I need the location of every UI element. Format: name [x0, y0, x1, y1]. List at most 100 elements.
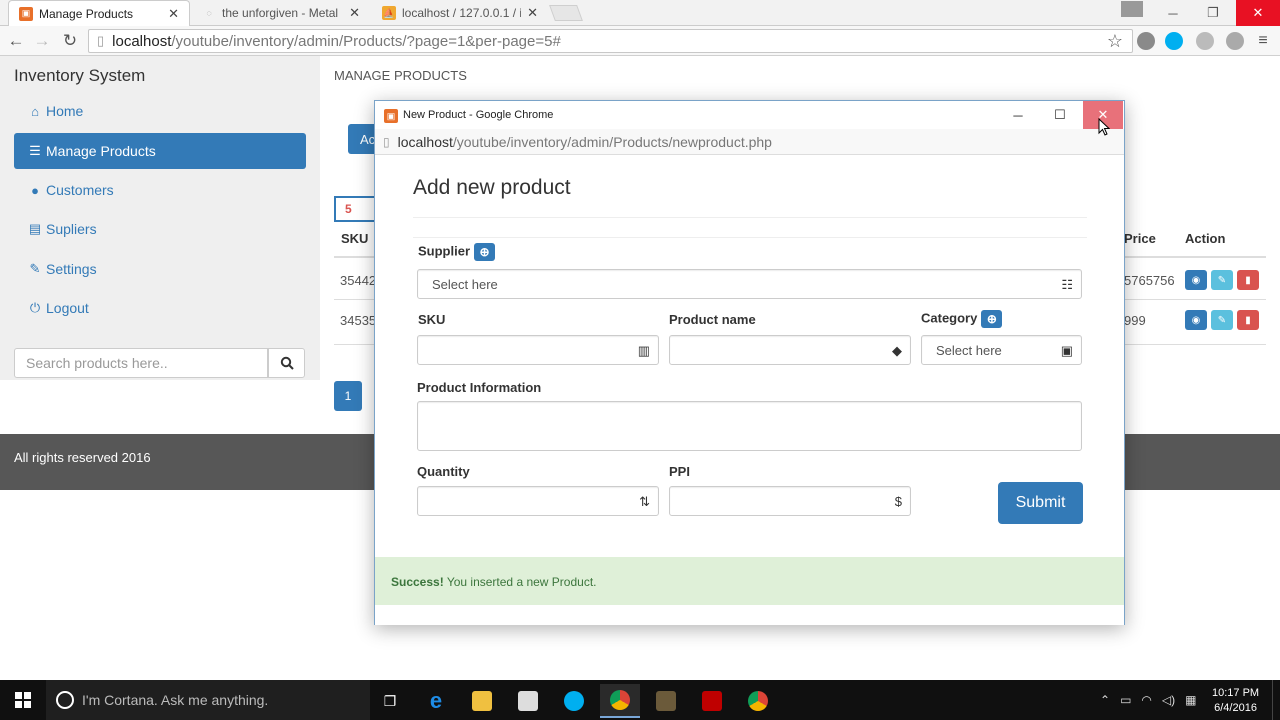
- page-icon: ▯: [97, 33, 105, 48]
- back-button[interactable]: ←: [5, 30, 27, 52]
- new-product-popup-window: ▣ New Product - Google Chrome ─ ☐ ✕ ▯ lo…: [374, 100, 1125, 625]
- sidebar-item-manage-products[interactable]: ☰ Manage Products: [14, 133, 306, 169]
- sidebar-item-logout[interactable]: ⏻ Logout: [14, 290, 306, 326]
- cortana-search-box[interactable]: I'm Cortana. Ask me anything.: [46, 680, 370, 720]
- edit-button[interactable]: ✎: [1211, 310, 1233, 330]
- popup-url-bar[interactable]: ▯ localhost/youtube/inventory/admin/Prod…: [375, 129, 1124, 155]
- product-name-input[interactable]: ◆: [669, 335, 911, 365]
- taskbar-store[interactable]: [508, 684, 548, 718]
- extension-icon[interactable]: [1137, 32, 1155, 50]
- success-alert: Success! You inserted a new Product.: [375, 557, 1124, 605]
- search-button[interactable]: [268, 348, 305, 378]
- add-supplier-button[interactable]: ⊕: [474, 243, 496, 261]
- edit-button[interactable]: ✎: [1211, 270, 1233, 290]
- restore-button[interactable]: ❐: [1190, 0, 1236, 26]
- store-icon: [518, 691, 538, 711]
- show-desktop-button[interactable]: [1272, 680, 1278, 720]
- tab-close-icon[interactable]: ✕: [168, 6, 179, 22]
- tab-manage-products[interactable]: ▣ Manage Products ✕: [8, 0, 190, 26]
- task-view-button[interactable]: ❐: [370, 684, 410, 718]
- sidebar-item-home[interactable]: ⌂ Home: [14, 93, 306, 129]
- keyboard-icon[interactable]: ▦: [1185, 693, 1196, 707]
- xampp-favicon-icon: ▣: [384, 109, 398, 123]
- tab-phpmyadmin[interactable]: ⛵ localhost / 127.0.0.1 / inve ✕: [372, 0, 548, 26]
- volume-icon[interactable]: ◁): [1162, 693, 1175, 707]
- eye-icon: ◉: [1191, 274, 1201, 286]
- sidebar-item-customers[interactable]: ● Customers: [14, 172, 306, 208]
- tab-close-icon[interactable]: ✕: [527, 5, 538, 21]
- supplier-select-value: Select here: [432, 276, 498, 292]
- loading-icon: ◌: [206, 8, 212, 18]
- filezilla-icon: [702, 691, 722, 711]
- windows-taskbar: I'm Cortana. Ask me anything. ❐ e ⌃ ▭ ◠ …: [0, 680, 1280, 720]
- extension-icon[interactable]: [1226, 32, 1244, 50]
- wifi-icon[interactable]: ◠: [1141, 693, 1151, 707]
- taskbar-clock[interactable]: 10:17 PM 6/4/2016: [1212, 686, 1259, 716]
- taskbar-app[interactable]: [646, 684, 686, 718]
- sidebar-item-supliers[interactable]: ▤ Supliers: [14, 211, 306, 247]
- forward-button[interactable]: →: [31, 30, 53, 52]
- product-form: Add new product Supplier ⊕ Select here ☷ …: [375, 155, 1124, 625]
- category-select[interactable]: Select here ▣: [921, 335, 1082, 365]
- tab-unforgiven[interactable]: ◌ the unforgiven - Metal ✕: [192, 0, 370, 26]
- sku-input[interactable]: ▥: [417, 335, 659, 365]
- sidebar-item-label: Manage Products: [46, 143, 156, 159]
- per-page-select[interactable]: 5: [334, 196, 378, 222]
- delete-button[interactable]: ▮: [1237, 270, 1259, 290]
- battery-icon[interactable]: ▭: [1120, 693, 1131, 707]
- url-field[interactable]: ▯ localhost/youtube/inventory/admin/Prod…: [88, 29, 1133, 53]
- new-tab-button[interactable]: [549, 5, 583, 21]
- tab-close-icon[interactable]: ✕: [349, 5, 360, 21]
- product-information-textarea[interactable]: [417, 401, 1082, 451]
- profile-icon[interactable]: [1121, 1, 1143, 17]
- taskbar-file-explorer[interactable]: [462, 684, 502, 718]
- chevron-up-icon[interactable]: ⌃: [1100, 693, 1110, 707]
- quantity-input[interactable]: ⇅: [417, 486, 659, 516]
- column-header-sku: SKU: [341, 231, 369, 246]
- phpmyadmin-favicon-icon: ⛵: [382, 6, 396, 20]
- view-button[interactable]: ◉: [1185, 310, 1207, 330]
- taskbar-skype[interactable]: [554, 684, 594, 718]
- ppi-label: PPI: [669, 464, 690, 479]
- skype-icon: [564, 691, 584, 711]
- reload-button[interactable]: ↻: [59, 30, 81, 52]
- sidebar-item-settings[interactable]: ✎ Settings: [14, 251, 306, 287]
- extension-icon[interactable]: [1196, 32, 1214, 50]
- quantity-label-text: Quantity: [417, 464, 470, 479]
- popup-maximize-button[interactable]: ☐: [1040, 101, 1080, 129]
- column-header-price: Price: [1124, 231, 1156, 246]
- category-select-value: Select here: [936, 342, 1002, 358]
- taskbar-edge[interactable]: e: [416, 684, 456, 718]
- search-input[interactable]: Search products here..: [14, 348, 268, 378]
- taskbar-chrome[interactable]: [600, 684, 640, 718]
- tab-title: localhost / 127.0.0.1 / inve: [402, 6, 521, 20]
- ppi-label-text: PPI: [669, 464, 690, 479]
- dollar-icon: $: [894, 494, 902, 509]
- start-button[interactable]: [0, 680, 46, 720]
- sidebar-item-label: Logout: [46, 300, 89, 316]
- table-cell-sku: 34535: [340, 313, 377, 328]
- taskbar-filezilla[interactable]: [692, 684, 732, 718]
- sku-label-text: SKU: [418, 312, 446, 327]
- taskbar-chrome-canary[interactable]: [738, 684, 778, 718]
- category-label: Category ⊕: [921, 310, 1003, 328]
- popup-titlebar: ▣ New Product - Google Chrome ─ ☐ ✕: [375, 101, 1124, 129]
- list-icon: ☰: [29, 143, 41, 158]
- power-icon: ⏻: [29, 300, 41, 315]
- task-view-icon: ❐: [383, 692, 397, 709]
- view-button[interactable]: ◉: [1185, 270, 1207, 290]
- delete-button[interactable]: ▮: [1237, 310, 1259, 330]
- pagination-page-1[interactable]: 1: [334, 381, 362, 411]
- close-window-button[interactable]: ✕: [1236, 0, 1280, 26]
- supplier-select[interactable]: Select here ☷: [417, 269, 1082, 299]
- bookmark-star-icon[interactable]: ☆: [1104, 30, 1126, 52]
- submit-button[interactable]: Submit: [998, 482, 1083, 524]
- skype-extension-icon[interactable]: [1165, 32, 1183, 50]
- home-icon: ⌂: [31, 103, 39, 119]
- popup-minimize-button[interactable]: ─: [998, 101, 1038, 129]
- add-category-button[interactable]: ⊕: [981, 310, 1003, 328]
- list-alt-icon: ▤: [28, 221, 42, 236]
- sort-numeric-icon: ⇅: [639, 494, 650, 509]
- ppi-input[interactable]: $: [669, 486, 911, 516]
- menu-icon[interactable]: ≡: [1252, 30, 1274, 52]
